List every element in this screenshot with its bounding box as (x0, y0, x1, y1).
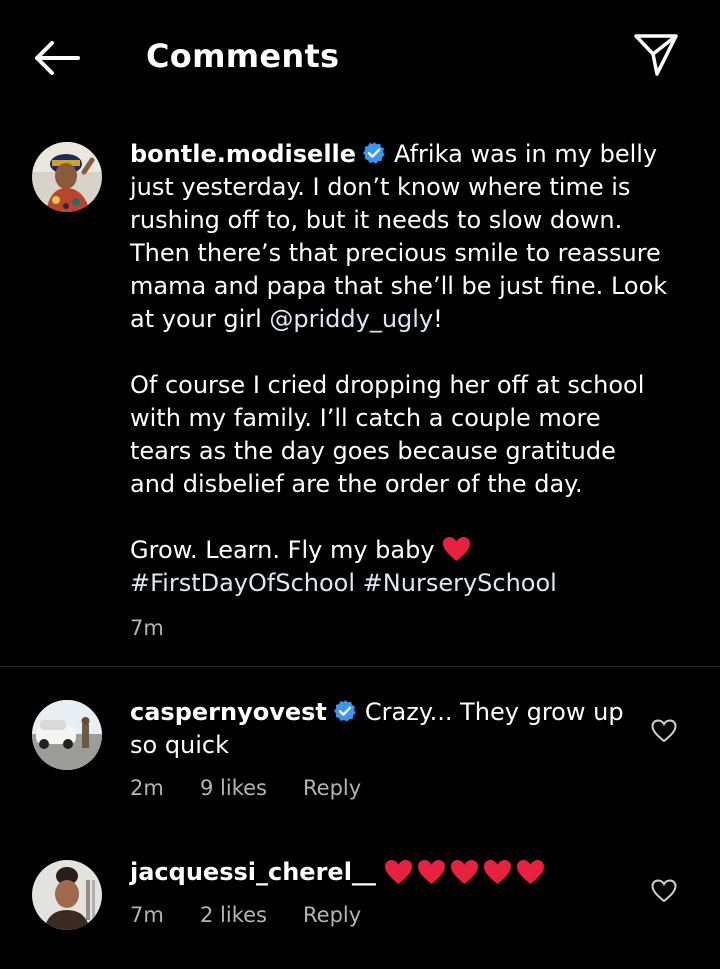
red-heart-emoji-icon (443, 537, 471, 561)
comment-like-button[interactable] (651, 879, 677, 903)
caption-line: Of course I cried dropping her off at sc… (130, 371, 645, 399)
reply-button[interactable]: Reply (303, 901, 361, 929)
divider (0, 666, 720, 667)
post-author-avatar[interactable] (32, 142, 102, 212)
comment-timestamp: 7m (130, 903, 164, 927)
caption-line: just yesterday. I don’t know where time … (130, 173, 631, 201)
paper-plane-icon (634, 34, 678, 76)
heart-emoji-row (384, 859, 549, 894)
reply-button[interactable]: Reply (303, 774, 361, 802)
verified-badge-icon (363, 142, 385, 164)
red-heart-emoji-icon (483, 860, 511, 884)
share-button[interactable] (630, 30, 682, 80)
caption-line: mama and papa that she’ll be just fine. … (130, 272, 668, 300)
comment-text: so quick (130, 731, 230, 759)
red-heart-emoji-icon (516, 860, 544, 884)
caption-line: Then there’s that precious smile to reas… (130, 239, 661, 267)
post-caption: bontle.modiselle Afrika was in my belly j… (130, 138, 690, 600)
caption-line: and disbelief are the order of the day. (130, 470, 583, 498)
comment-username[interactable]: caspernyovest (130, 698, 327, 726)
caption-line: rushing off to, but it needs to slow dow… (130, 206, 623, 234)
comment-timestamp: 2m (130, 776, 164, 800)
red-heart-emoji-icon (450, 860, 478, 884)
comment-body: jacquessi_cherel__ (130, 856, 650, 894)
comment-avatar[interactable] (32, 860, 102, 930)
header-bar: Comments (0, 0, 720, 110)
avatar-photo (32, 860, 102, 930)
comment-avatar[interactable] (32, 700, 102, 770)
red-heart-emoji-icon (417, 860, 445, 884)
caption-line: tears as the day goes because gratitude (130, 437, 616, 465)
heart-outline-icon (651, 719, 677, 743)
caption-line: Grow. Learn. Fly my baby (130, 536, 435, 564)
comment-username[interactable]: jacquessi_cherel__ (130, 858, 376, 886)
caption-line: with my family. I’ll catch a couple more (130, 404, 601, 432)
heart-outline-icon (651, 879, 677, 903)
page-title: Comments (146, 37, 340, 75)
verified-badge-icon (333, 700, 356, 722)
comment-likes-count[interactable]: 9 likes (200, 774, 267, 802)
caption-punctuation: ! (433, 305, 443, 333)
caption-line: Afrika was in my belly (394, 140, 658, 168)
mention-link[interactable]: @priddy_ugly (269, 305, 433, 333)
back-button[interactable] (30, 36, 82, 80)
avatar-photo (32, 700, 102, 770)
comment-text: Crazy... They grow up (364, 698, 624, 726)
hashtag-link[interactable]: #FirstDayOfSchool (130, 569, 355, 597)
red-heart-emoji-icon (384, 860, 412, 884)
avatar-photo (32, 142, 102, 212)
post-author-username[interactable]: bontle.modiselle (130, 140, 356, 168)
hashtag-link[interactable]: #NurserySchool (363, 569, 557, 597)
post-timestamp: 7m (130, 616, 164, 640)
comment-likes-count[interactable]: 2 likes (200, 901, 267, 929)
comment-body: caspernyovest Crazy... They grow up so qu… (130, 696, 630, 762)
arrow-left-icon (35, 41, 80, 75)
comment-like-button[interactable] (651, 719, 677, 743)
caption-line: at your girl (130, 305, 270, 333)
